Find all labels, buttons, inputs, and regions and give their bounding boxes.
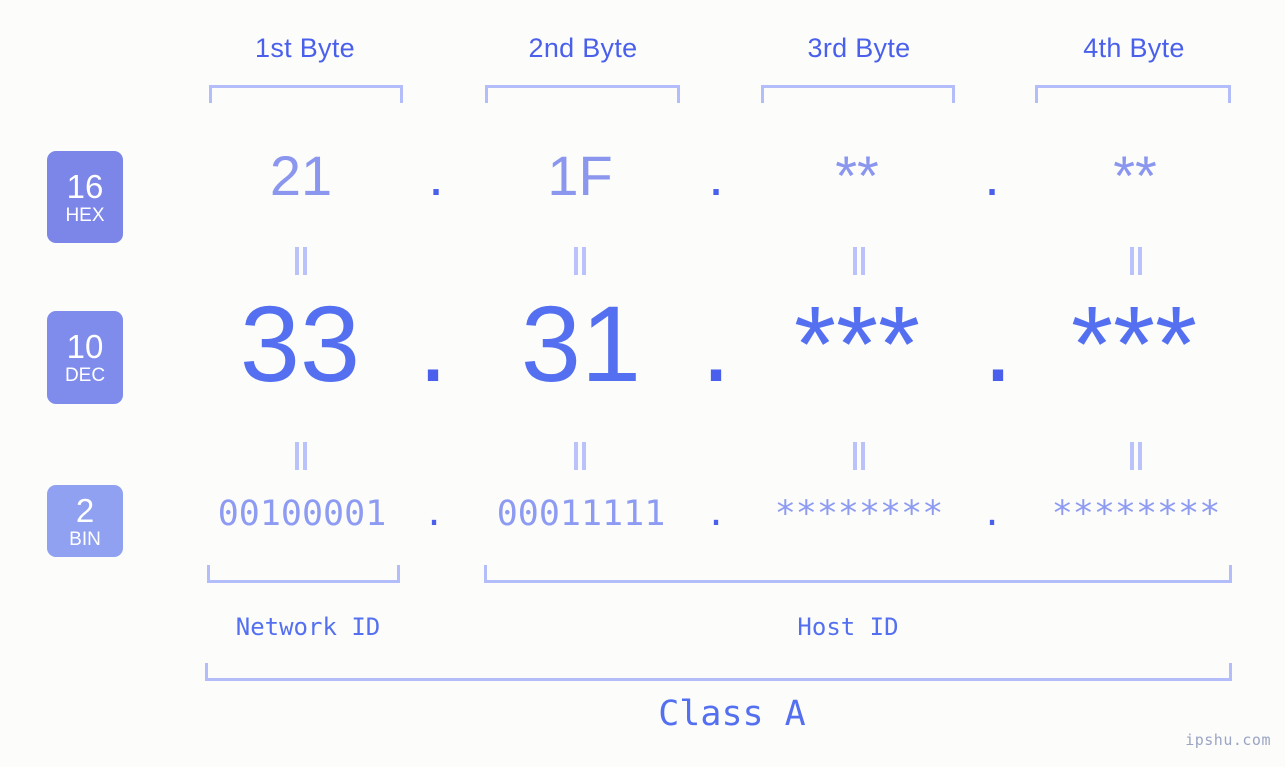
hex-separator-3: . xyxy=(984,144,1000,207)
watermark: ipshu.com xyxy=(1185,731,1271,749)
byte-header-2: 2nd Byte xyxy=(528,33,638,63)
dec-separator-3: . xyxy=(982,283,1013,404)
hex-separator-1: . xyxy=(428,144,444,207)
equals-connector-hex-dec-2 xyxy=(572,247,588,275)
host-id-label: Host ID xyxy=(797,613,899,641)
dec-byte-3-value: *** xyxy=(793,283,921,404)
dec-byte-1-value: 33 xyxy=(239,283,361,404)
radix-badge-bin-number: 2 xyxy=(75,491,95,529)
network-id-label: Network ID xyxy=(235,613,381,641)
equals-connector-hex-dec-3 xyxy=(851,247,867,275)
byte-bracket-3-icon xyxy=(761,85,955,103)
dec-separator-1: . xyxy=(417,283,448,404)
byte-header-4: 4th Byte xyxy=(1083,33,1185,63)
byte-bracket-1-icon xyxy=(209,85,403,103)
hex-byte-2-value: 1F xyxy=(547,144,613,207)
ip-address-breakdown-diagram: 1st Byte 2nd Byte 3rd Byte 4th Byte 16 H… xyxy=(0,0,1285,767)
bin-separator-3: . xyxy=(981,494,1003,534)
radix-badge-hex-label: HEX xyxy=(65,204,105,226)
radix-badge-bin: 2 BIN xyxy=(47,485,123,557)
dec-byte-4-value: *** xyxy=(1070,283,1198,404)
radix-badge-dec-number: 10 xyxy=(66,328,104,365)
hex-separator-2: . xyxy=(708,144,724,207)
equals-connector-dec-bin-3 xyxy=(851,442,867,470)
host-id-bracket-icon xyxy=(484,565,1232,583)
equals-connector-hex-dec-4 xyxy=(1128,247,1144,275)
byte-bracket-4-icon xyxy=(1035,85,1231,103)
radix-badge-hex: 16 HEX xyxy=(47,151,123,243)
radix-badge-dec-label: DEC xyxy=(64,365,106,386)
equals-connector-dec-bin-1 xyxy=(293,442,309,470)
class-bracket-icon xyxy=(205,663,1232,681)
network-id-bracket-icon xyxy=(207,565,400,583)
hex-byte-4-value: ** xyxy=(1113,144,1157,207)
bin-byte-1-value: 00100001 xyxy=(217,494,387,534)
radix-badge-dec: 10 DEC xyxy=(47,311,123,404)
byte-header-1: 1st Byte xyxy=(255,33,355,63)
dec-byte-2-value: 31 xyxy=(520,283,642,404)
dec-separator-2: . xyxy=(700,283,731,404)
byte-bracket-2-icon xyxy=(485,85,680,103)
byte-header-3: 3rd Byte xyxy=(807,33,911,63)
hex-byte-1-value: 21 xyxy=(269,144,333,207)
bin-separator-1: . xyxy=(423,494,445,534)
radix-badge-bin-label: BIN xyxy=(69,528,101,550)
radix-badge-hex-number: 16 xyxy=(66,167,104,205)
bin-byte-3-value: ******** xyxy=(774,494,944,534)
equals-connector-dec-bin-4 xyxy=(1128,442,1144,470)
equals-connector-dec-bin-2 xyxy=(572,442,588,470)
bin-byte-2-value: 00011111 xyxy=(496,494,666,534)
class-label: Class A xyxy=(658,694,806,734)
hex-byte-3-value: ** xyxy=(835,144,879,207)
equals-connector-hex-dec-1 xyxy=(293,247,309,275)
bin-separator-2: . xyxy=(705,494,727,534)
bin-byte-4-value: ******** xyxy=(1051,494,1221,534)
